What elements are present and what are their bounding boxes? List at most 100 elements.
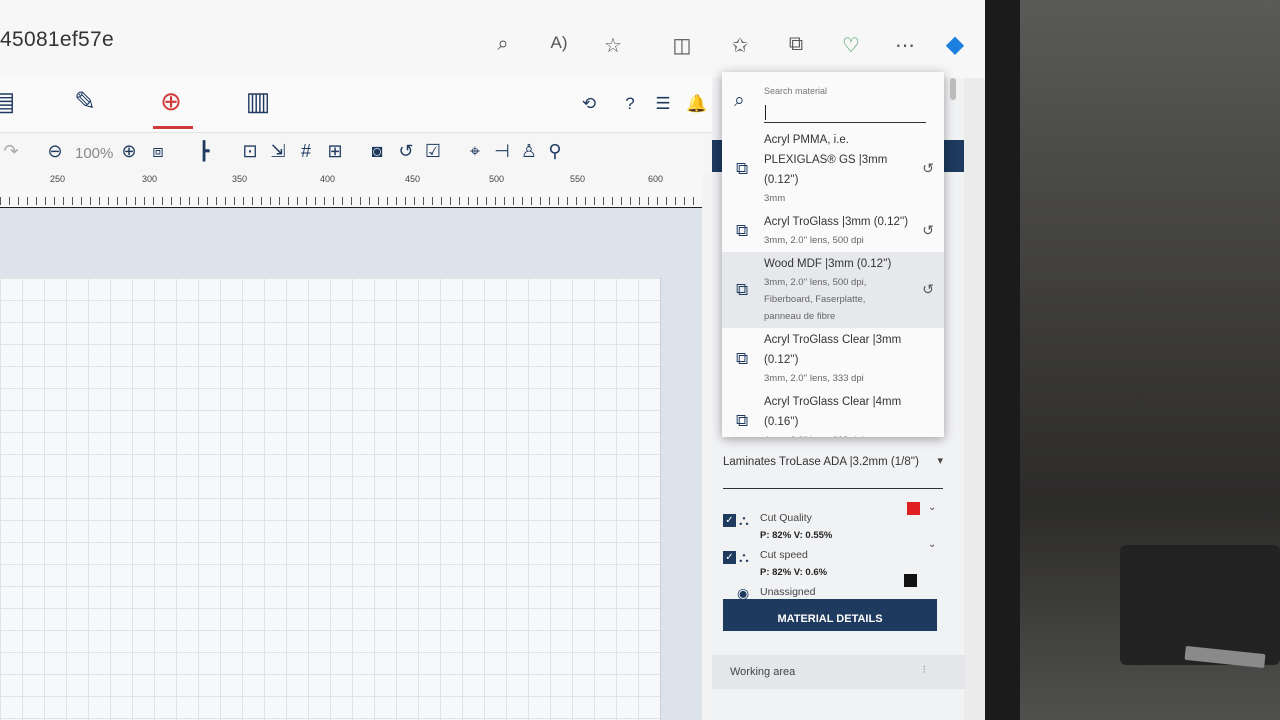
zoom-in-icon[interactable]: ⊕ [118,141,140,162]
stamp-icon[interactable]: ♙ [518,141,540,162]
design-canvas[interactable] [0,278,661,720]
camera-icon[interactable]: ◙ [366,141,388,162]
material-icon: ⧉ [736,280,749,299]
parameter-color-swatch[interactable] [904,574,917,587]
material-details-button[interactable]: MATERIAL DETAILS [723,599,937,631]
material-result-item[interactable]: ⧉ Wood MDF |3mm (0.12'') 3mm, 2.0'' lens, … [722,252,944,328]
material-result-item[interactable]: ⧉ Acryl TroGlass |3mm (0.12'') 3mm, 2.0'' … [722,210,944,252]
working-area-section[interactable]: Working area ⁝ [712,655,966,689]
parameter-color-swatch[interactable] [907,502,920,515]
parameter-tree-icon: ⛬ [739,549,749,565]
copilot-icon[interactable]: ◆ [943,30,967,59]
notifications-icon[interactable]: 🔔 [686,94,708,114]
material-search-dropdown: ⌕ Search material ⧉ Acryl PMMA, i.e. PLEXI… [722,72,944,437]
material-icon: ⧉ [736,221,749,240]
material-name: Acryl TroGlass |3mm (0.12'') [764,216,909,228]
panel-edge [964,78,986,720]
collapse-icon: ⁝ [922,664,927,676]
material-name: PLEXIGLAS® GS |3mm [764,154,888,166]
ruler-tick: 600 [648,174,664,184]
help-icon[interactable]: ? [619,94,641,114]
material-name: (0.12'') [764,174,799,186]
material-details: 3mm, 2.0'' lens, 333 dpi [764,373,864,384]
history-icon[interactable]: ↺ [395,141,417,162]
monitor-bezel [985,0,1025,720]
redo-icon[interactable]: ↷ [0,141,22,162]
material-icon: ⧉ [736,349,749,368]
material-details: 4mm, 2.0'' lens, 333 dpi [764,432,914,437]
parameter-checkbox[interactable]: ✓ [723,514,736,527]
ruler-tick: 550 [570,174,586,184]
parameter-tree-icon: ⛬ [739,512,749,528]
ruler-tick: 250 [50,174,66,184]
material-result-item[interactable]: ⧉ Acryl PMMA, i.e. PLEXIGLAS® GS |3mm (0.12… [722,128,944,210]
material-name: (0.12'') [764,354,799,366]
material-result-item[interactable]: ⧉ Acryl TroGlass Clear |4mm (0.16'') 4mm, 2… [722,390,944,437]
ruler-tick: 350 [232,174,248,184]
view-toolbar: ↷ ⊖ 100% ⊕ ⧈ ┣ ⊡ ⇲ # ⊞ ◙ ↺ ☑ ⌖ ⊣ ♙ ⚲ [0,133,720,173]
zoom-level[interactable]: 100% [75,145,113,162]
material-details: 3mm, 2.0'' lens, 500 dpi, [764,277,867,288]
history-icon[interactable]: ↺ [922,222,934,239]
job-frame-icon[interactable]: ▥ [241,86,275,117]
chevron-down-icon[interactable]: ⌄ [928,539,936,550]
material-details: panneau de fibre [764,311,836,322]
snap-icon[interactable]: ⊞ [324,141,346,162]
grid-icon[interactable]: # [295,141,317,162]
parameter-name: Cut Quality [760,512,812,524]
dropdown-scrollbar[interactable] [950,78,956,100]
list-icon[interactable]: ☰ [652,94,674,114]
material-name: Acryl PMMA, i.e. [764,134,849,146]
browser-essentials-icon[interactable]: ♡ [839,33,863,58]
material-icon: ⧉ [736,411,749,430]
horizontal-ruler: 250 300 350 400 450 500 550 600 [0,173,702,209]
material-name: (0.16'') [764,416,799,428]
checklist-icon[interactable]: ☑ [422,141,444,162]
zoom-fit-icon[interactable]: ⧈ [147,141,169,162]
search-material-input[interactable] [764,102,926,123]
parameter-name: Cut speed [760,549,808,561]
material-results-list: ⧉ Acryl PMMA, i.e. PLEXIGLAS® GS |3mm (0.12… [722,128,944,437]
unassigned-label: Unassigned [760,586,816,598]
group-icon[interactable]: ⊡ [239,141,261,162]
ruler-tick: 500 [489,174,505,184]
url-text[interactable]: 45081ef57e [0,28,114,52]
browser-address-bar: 45081ef57e ⌕ A) ☆ ◫ ✩ ⧉ ♡ ⋯ ◆ [0,0,990,79]
node-edit-icon[interactable]: ⌖ [464,141,486,162]
ruler-tick: 400 [320,174,336,184]
favorite-star-icon[interactable]: ☆ [601,33,625,58]
read-aloud-icon[interactable]: A) [547,33,571,53]
ungroup-icon[interactable]: ⇲ [267,141,289,162]
chevron-down-icon[interactable]: ⌄ [928,502,936,513]
align-icon[interactable]: ┣ [193,141,215,162]
zoom-out-icon[interactable]: ⊖ [44,141,66,162]
design-edit-icon[interactable]: ✎ [68,86,102,117]
chevron-down-icon: ▾ [937,455,943,467]
material-result-item[interactable]: ⧉ Acryl TroGlass Clear |3mm (0.12'') 3mm, 2… [722,328,944,390]
text-cursor [765,105,766,120]
location-pin-icon[interactable]: ⚲ [544,141,566,162]
laser-app-screen: 45081ef57e ⌕ A) ☆ ◫ ✩ ⧉ ♡ ⋯ ◆ ▤ ✎ ⊕ ▥ ⟲ … [0,0,990,720]
collections-icon[interactable]: ⧉ [784,33,808,56]
search-icon: ⌕ [734,90,745,111]
ruler-tick: 300 [142,174,158,184]
favorites-icon[interactable]: ✩ [728,33,752,58]
parameter-values: P: 82% V: 0.6% [760,567,828,578]
material-select[interactable]: Laminates TroLase ADA |3.2mm (1/8'') ▾ [723,452,943,489]
material-name: Acryl TroGlass Clear |3mm [764,334,902,346]
more-icon[interactable]: ⋯ [893,33,917,58]
cut-icon[interactable]: ⊣ [491,141,513,162]
active-tab-indicator [153,126,193,129]
history-icon[interactable]: ↺ [922,160,934,177]
parameter-checkbox[interactable]: ✓ [723,551,736,564]
material-icon: ⧉ [736,159,749,178]
material-details: 3mm, 2.0'' lens, 500 dpi [764,235,864,246]
zoom-icon[interactable]: ⌕ [491,33,515,56]
parameter-values: P: 82% V: 0.55% [760,530,833,541]
position-target-icon[interactable]: ⊕ [154,86,188,117]
prepare-icon[interactable]: ▤ [0,86,20,117]
material-name: Acryl TroGlass Clear |4mm [764,396,902,408]
sync-icon[interactable]: ⟲ [578,94,600,114]
split-screen-icon[interactable]: ◫ [670,33,694,58]
history-icon[interactable]: ↺ [922,281,934,298]
